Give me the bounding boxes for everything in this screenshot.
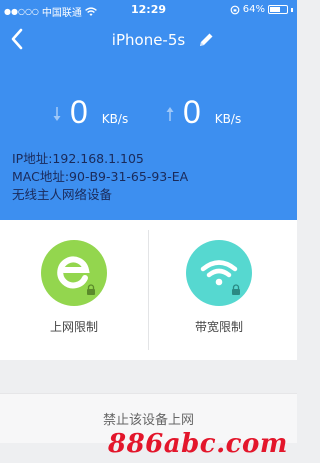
download-speed-unit: KB/s	[101, 112, 129, 126]
internet-limit-button[interactable]: 上网限制	[19, 240, 129, 335]
header-panel: ●●○○○ 中国联通 12:29 64% iPhone-5s 0 KB/s 0 …	[0, 0, 297, 220]
download-arrow-icon	[53, 107, 61, 121]
edit-pencil-icon[interactable]	[197, 31, 215, 49]
battery-tip	[291, 7, 293, 12]
download-speed: 0 KB/s	[52, 94, 128, 134]
watermark: 886abc.com	[108, 429, 288, 459]
upload-speed: 0 KB/s	[165, 94, 241, 134]
wifi-icon	[200, 260, 238, 286]
orientation-lock-icon	[230, 5, 240, 14]
lock-icon	[232, 284, 240, 295]
bandwidth-limit-circle	[186, 240, 252, 306]
nav-bar: iPhone-5s	[0, 22, 297, 58]
bandwidth-limit-button[interactable]: 带宽限制	[164, 240, 274, 335]
device-type-note: 无线主人网络设备	[12, 187, 113, 202]
page-title: iPhone-5s	[111, 31, 186, 49]
battery-icon	[268, 5, 288, 14]
device-ip: IP地址:192.168.1.105	[12, 151, 144, 166]
upload-speed-value: 0	[183, 94, 201, 130]
internet-limit-circle	[41, 240, 107, 306]
lock-icon	[87, 284, 95, 295]
bandwidth-limit-label: 带宽限制	[194, 320, 243, 334]
divider	[148, 230, 149, 350]
internet-limit-label: 上网限制	[49, 320, 98, 334]
limit-actions-panel: 上网限制 带宽限制	[0, 220, 297, 360]
download-speed-value: 0	[70, 94, 88, 130]
battery-fill	[270, 7, 280, 12]
battery-percent: 64%	[242, 4, 265, 15]
internet-e-icon	[57, 256, 90, 289]
status-bar: ●●○○○ 中国联通 12:29 64%	[0, 0, 297, 20]
device-mac: MAC地址:90-B9-31-65-93-EA	[12, 169, 189, 184]
upload-arrow-icon	[166, 107, 174, 121]
upload-speed-unit: KB/s	[214, 112, 242, 126]
